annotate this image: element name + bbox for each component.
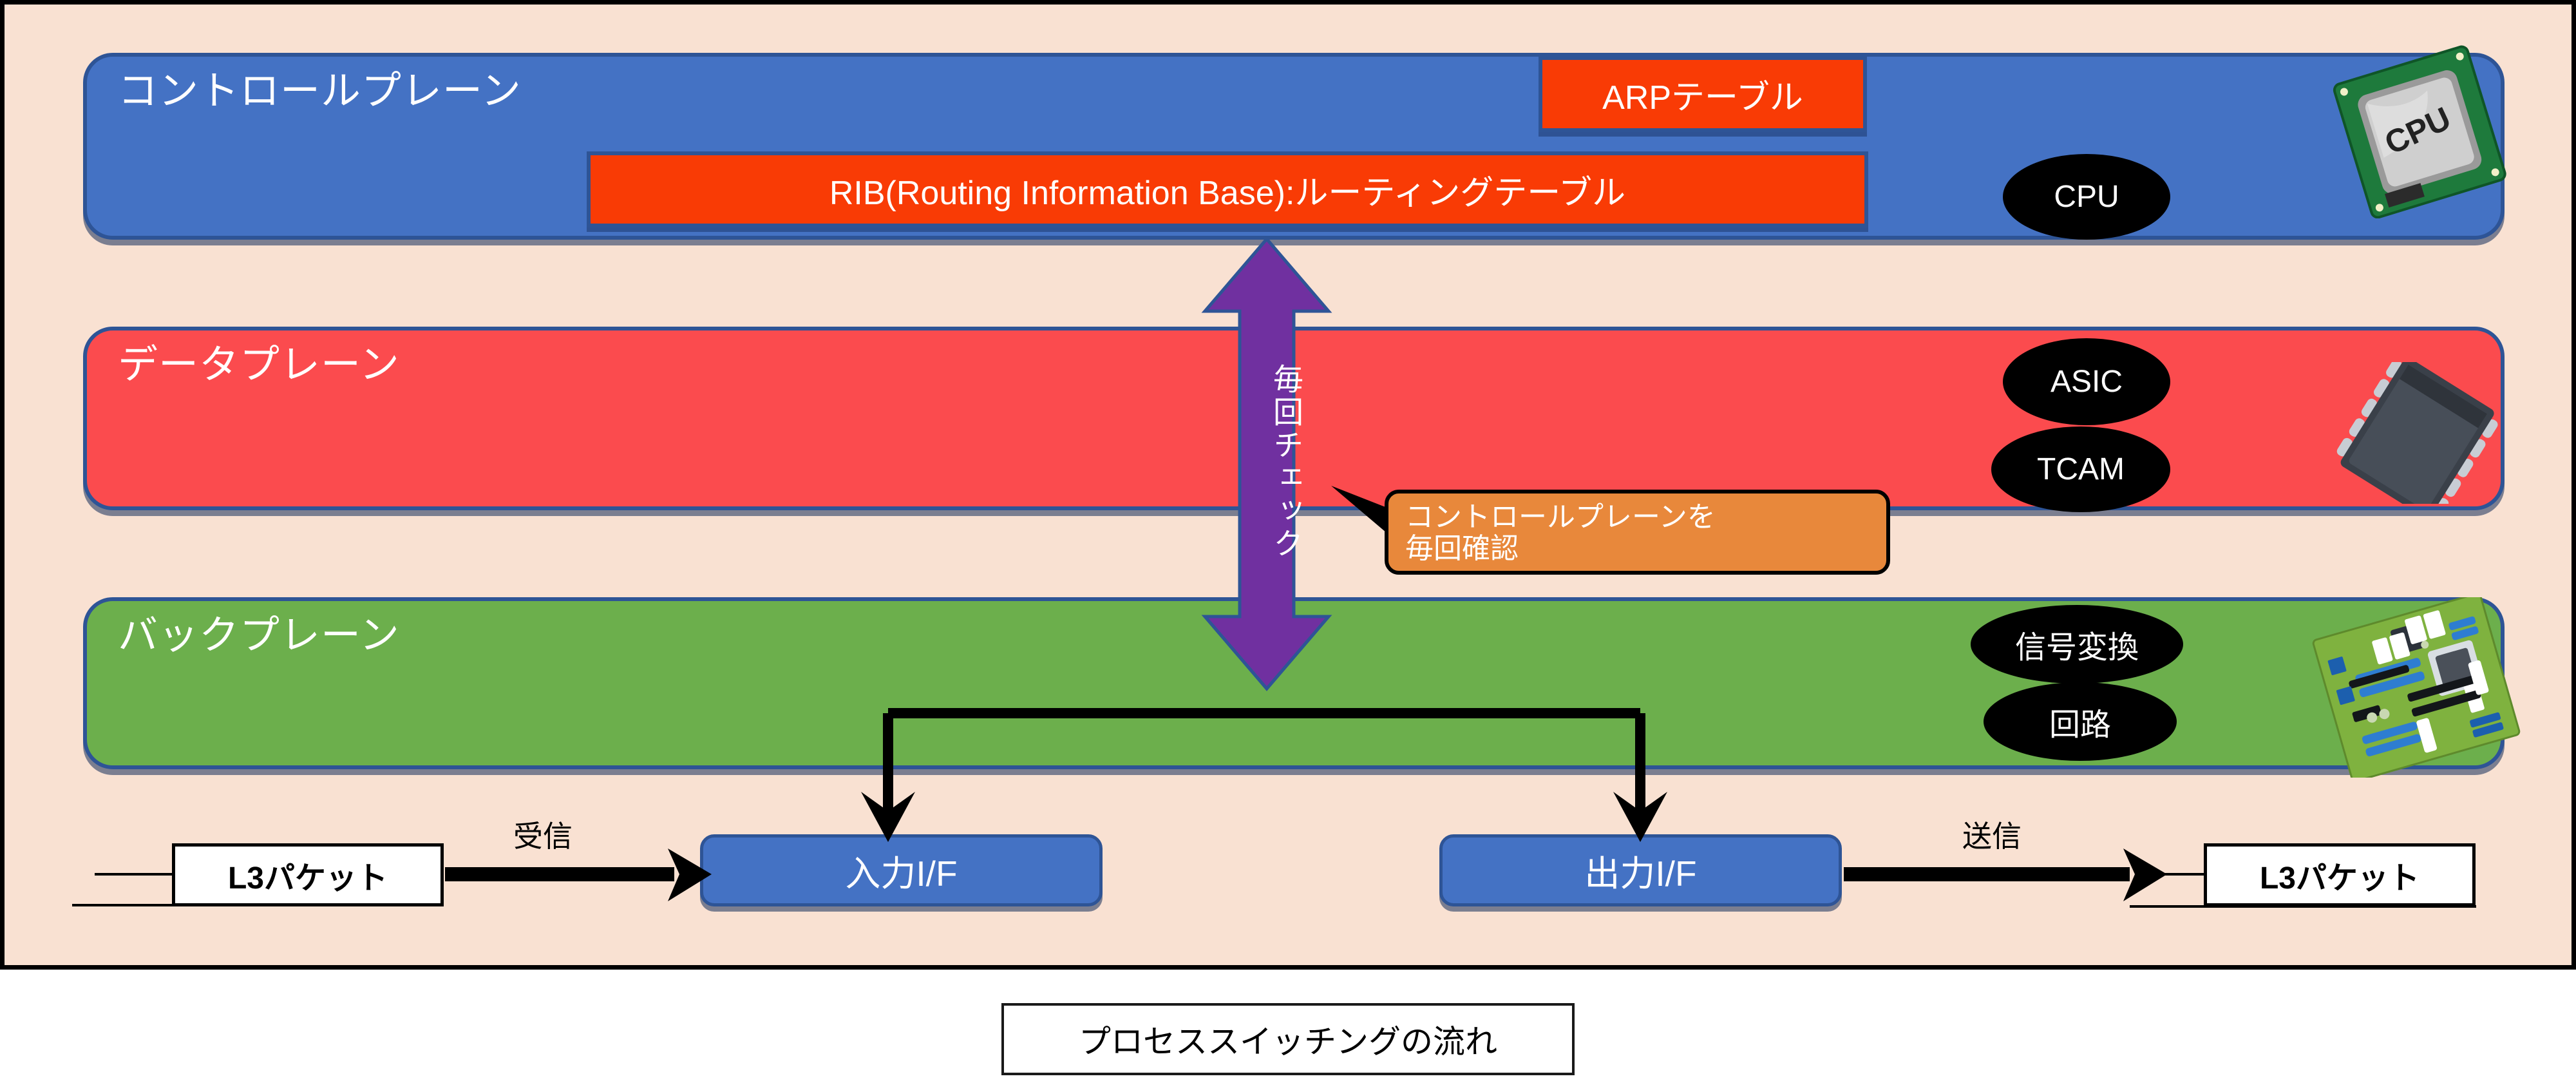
signal-conversion-tag: 信号変換 [1971,605,2183,684]
cpu-tag: CPU [2003,154,2170,240]
receive-arrow [445,848,712,901]
receive-label: 受信 [513,819,573,853]
tcam-tag: TCAM [1991,426,2170,512]
check-arrow-label: 毎回チェック [1269,363,1303,560]
back-plane-label: バックプレーン [118,613,400,658]
left-pin-stubs [72,873,173,906]
l3-packet-in-box: L3パケット [172,843,444,906]
asic-dip-chip-icon [2336,362,2498,504]
circuit-board-icon [2312,597,2521,778]
data-plane-label: データプレーン [118,343,400,387]
rib-table-chip: RIB(Routing Information Base):ルーティングテーブル [587,151,1868,227]
cpu-chip-icon: CPU [2333,45,2506,218]
asic-tag: ASIC [2003,338,2170,425]
callout-box: コントロールプレーンを 毎回確認 [1385,490,1890,575]
arp-table-chip: ARPテーブル [1539,56,1867,132]
control-plane-label: コントロールプレーン [118,69,522,113]
send-label: 送信 [1962,819,2022,853]
diagram-caption: プロセススイッチングの流れ [1001,1003,1575,1075]
input-interface-box: 入力I/F [700,834,1103,906]
diagram-frame: コントロールプレーン データプレーン バックプレーン ARPテーブル RIB(R… [0,0,2576,970]
circuit-tag: 回路 [1984,682,2177,761]
send-arrow [1844,848,2167,901]
output-interface-box: 出力I/F [1439,834,1842,906]
l3-packet-out-box: L3パケット [2204,843,2476,906]
